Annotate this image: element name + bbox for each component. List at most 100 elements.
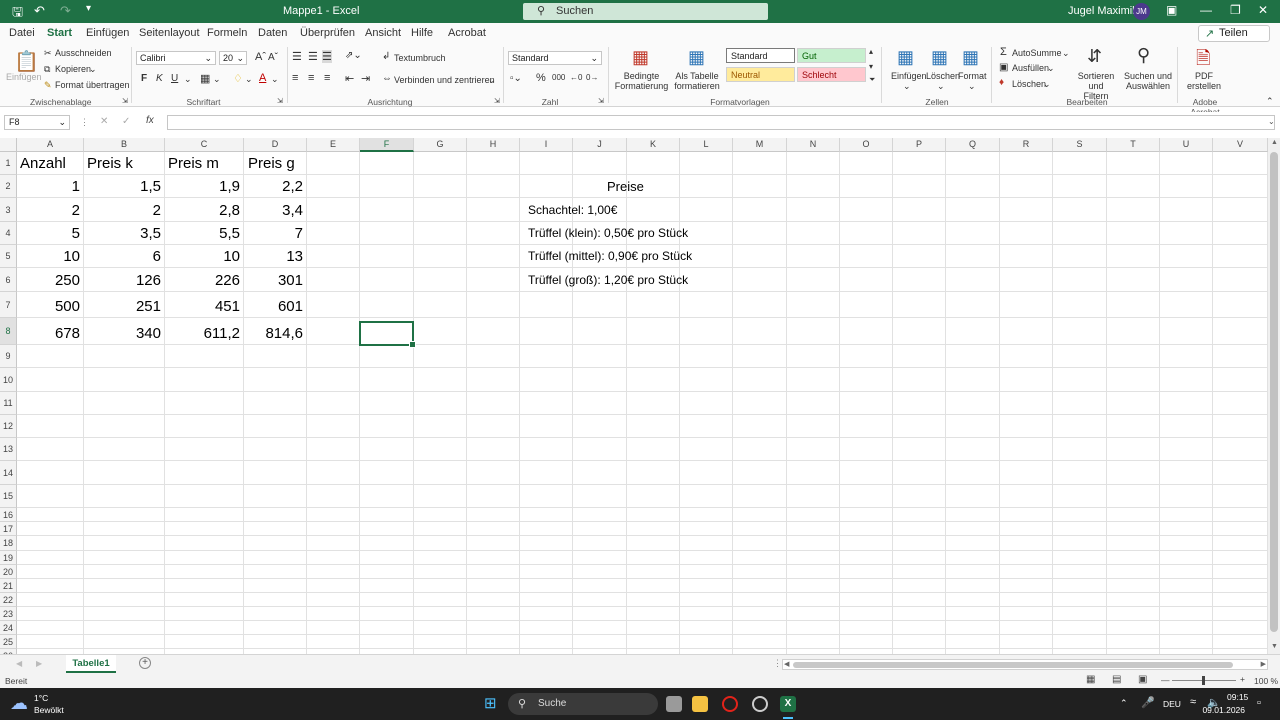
cell-a3[interactable]: 2 xyxy=(17,202,80,219)
decrease-font-icon[interactable]: Aˇ xyxy=(268,52,278,63)
tab-ueberpruefen[interactable]: Überprüfen xyxy=(300,27,355,39)
cell-b4[interactable]: 3,5 xyxy=(84,225,161,242)
row-header-4[interactable]: 4 xyxy=(0,222,17,245)
find-select-icon[interactable]: ⚲ xyxy=(1137,45,1150,66)
cell-a4[interactable]: 5 xyxy=(17,225,80,242)
increase-indent-icon[interactable]: ⇥ xyxy=(361,72,370,85)
chevron-down-icon[interactable]: ⌄ xyxy=(937,81,945,92)
cell-a6[interactable]: 250 xyxy=(17,272,80,289)
cell-c6[interactable]: 226 xyxy=(165,272,240,289)
insert-cells-button[interactable]: Einfügen xyxy=(891,71,927,81)
row-header-11[interactable]: 11 xyxy=(0,392,17,415)
column-header-e[interactable]: E xyxy=(307,138,360,152)
formula-input[interactable] xyxy=(167,115,1275,130)
copy-dropdown-icon[interactable]: ⌄ xyxy=(89,64,97,75)
chevron-down-icon[interactable]: ⌄ xyxy=(1062,48,1070,59)
align-bottom-icon[interactable]: ☰ xyxy=(322,50,332,63)
microphone-icon[interactable]: 🎤 xyxy=(1141,696,1155,709)
chevron-down-icon[interactable]: ⌄ xyxy=(1043,79,1051,90)
weather-desc[interactable]: Bewölkt xyxy=(34,705,64,715)
decrease-indent-icon[interactable]: ⇤ xyxy=(345,72,354,85)
tab-daten[interactable]: Daten xyxy=(258,27,287,39)
cell-b1[interactable]: Preis k xyxy=(87,155,133,172)
scroll-thumb[interactable] xyxy=(793,662,1233,668)
cut-button[interactable]: Ausschneiden xyxy=(55,48,112,58)
column-header-v[interactable]: V xyxy=(1213,138,1268,152)
chevron-down-icon[interactable]: ⌄ xyxy=(968,81,976,92)
expand-formula-icon[interactable]: ⌄ xyxy=(1268,117,1275,126)
task-view-icon[interactable] xyxy=(666,696,682,712)
cell-c4[interactable]: 5,5 xyxy=(165,225,240,242)
conditional-format-button[interactable]: Bedingte Formatierung xyxy=(614,71,669,91)
cell-c3[interactable]: 2,8 xyxy=(165,202,240,219)
orientation-icon[interactable]: ⇗⌄ xyxy=(345,50,362,61)
row-header-12[interactable]: 12 xyxy=(0,415,17,438)
horizontal-scrollbar[interactable]: ◀ ▶ xyxy=(782,659,1268,670)
cell-a7[interactable]: 500 xyxy=(17,298,80,315)
tab-einfuegen[interactable]: Einfügen xyxy=(86,27,129,39)
row-header-9[interactable]: 9 xyxy=(0,345,17,368)
merge-center-button[interactable]: Verbinden und zentrieren xyxy=(394,75,495,85)
row-header-19[interactable]: 19 xyxy=(0,551,17,565)
row-header-18[interactable]: 18 xyxy=(0,536,17,551)
column-header-m[interactable]: M xyxy=(733,138,787,152)
cell-d1[interactable]: Preis g xyxy=(248,155,295,172)
chevron-down-icon[interactable]: ⌄ xyxy=(903,81,911,92)
prev-sheet-icon[interactable]: ◀ xyxy=(16,659,22,668)
add-sheet-icon[interactable]: + xyxy=(139,657,151,669)
opera-icon[interactable] xyxy=(722,696,738,712)
cell-a8[interactable]: 678 xyxy=(17,325,80,342)
weather-icon[interactable]: ☁ xyxy=(10,693,28,714)
cell-b8[interactable]: 340 xyxy=(84,325,161,342)
column-header-f[interactable]: F xyxy=(360,138,414,152)
conditional-format-icon[interactable]: ▦ xyxy=(632,47,649,68)
format-cells-button[interactable]: Format xyxy=(958,71,987,81)
cell-d6[interactable]: 301 xyxy=(244,272,303,289)
decrease-decimal-icon[interactable]: 0→ xyxy=(586,73,598,82)
cell-b6[interactable]: 126 xyxy=(84,272,161,289)
tab-hilfe[interactable]: Hilfe xyxy=(411,27,433,39)
underline-icon[interactable]: U xyxy=(171,73,178,84)
style-neutral[interactable]: Neutral xyxy=(726,67,795,82)
border-icon[interactable]: ▦ xyxy=(200,72,210,85)
tab-acrobat[interactable]: Acrobat xyxy=(448,27,486,39)
tab-datei[interactable]: Datei xyxy=(9,27,35,39)
column-header-g[interactable]: G xyxy=(414,138,467,152)
row-header-8[interactable]: 8 xyxy=(0,318,17,345)
cell-b5[interactable]: 6 xyxy=(84,248,161,265)
drag-handle-icon[interactable]: ⋮ xyxy=(773,658,782,669)
price-line-2[interactable]: Trüffel (klein): 0,50€ pro Stück xyxy=(528,226,688,240)
styles-scroll-down-icon[interactable]: ▾ xyxy=(869,62,873,71)
alignment-launcher-icon[interactable]: ⇲ xyxy=(494,97,500,105)
normal-view-icon[interactable]: ▦ xyxy=(1086,674,1095,685)
save-icon[interactable]: 🖫 xyxy=(12,3,23,25)
style-standard[interactable]: Standard xyxy=(726,48,795,63)
clipboard-launcher-icon[interactable]: ⇲ xyxy=(122,97,128,105)
wrap-text-icon[interactable]: ↲ xyxy=(382,51,390,62)
cell-d7[interactable]: 601 xyxy=(244,298,303,315)
column-header-u[interactable]: U xyxy=(1160,138,1213,152)
merge-icon[interactable]: ⇔ xyxy=(382,73,392,84)
clock-date[interactable]: 09.01.2026 xyxy=(1200,705,1245,715)
name-box[interactable]: F8 ⌄ xyxy=(4,115,70,130)
autosum-button[interactable]: AutoSumme xyxy=(1012,48,1062,58)
customize-quick-access-icon[interactable]: ▾ xyxy=(86,3,91,14)
file-explorer-icon[interactable] xyxy=(692,696,708,712)
zoom-slider-thumb[interactable] xyxy=(1202,676,1205,685)
chevron-down-icon[interactable]: ⌄ xyxy=(245,74,253,85)
enter-icon[interactable]: ✓ xyxy=(122,116,130,127)
row-header-15[interactable]: 15 xyxy=(0,485,17,508)
price-line-1[interactable]: Schachtel: 1,00€ xyxy=(528,203,617,217)
cell-b7[interactable]: 251 xyxy=(84,298,161,315)
zoom-in-icon[interactable]: + xyxy=(1240,674,1245,684)
clear-icon[interactable]: ♦ xyxy=(999,77,1004,88)
autosum-icon[interactable]: Σ xyxy=(1000,46,1007,58)
column-header-i[interactable]: I xyxy=(520,138,573,152)
column-header-d[interactable]: D xyxy=(244,138,307,152)
notification-icon[interactable]: ▫ xyxy=(1257,697,1261,709)
bold-icon[interactable]: F xyxy=(141,73,147,84)
row-header-24[interactable]: 24 xyxy=(0,621,17,635)
scroll-down-icon[interactable]: ▼ xyxy=(1271,643,1278,650)
cell-d4[interactable]: 7 xyxy=(244,225,303,242)
paste-button[interactable]: Einfügen xyxy=(6,72,42,82)
